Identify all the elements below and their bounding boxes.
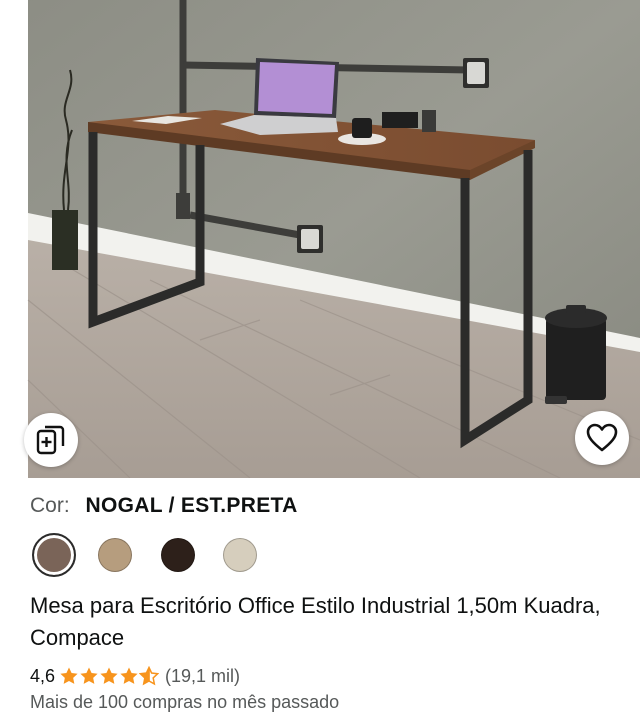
half-star-icon	[139, 666, 160, 686]
color-value: NOGAL / EST.PRETA	[85, 494, 298, 517]
swatch-preto[interactable]	[161, 538, 195, 572]
color-selector-header: Cor: NOGAL / EST.PRETA	[30, 494, 298, 518]
heart-icon	[586, 423, 618, 452]
product-image[interactable]	[0, 0, 640, 478]
wishlist-button[interactable]	[575, 411, 629, 465]
product-photo	[0, 0, 640, 478]
star-icon	[100, 667, 118, 684]
swatch-bege[interactable]	[223, 538, 257, 572]
star-rating	[59, 666, 160, 686]
star-icon	[80, 667, 98, 684]
purchase-count: Mais de 100 compras no mês passado	[30, 692, 340, 712]
compare-button[interactable]	[24, 413, 78, 467]
star-icon	[60, 667, 78, 684]
rating-count: (19,1 mil)	[165, 665, 241, 686]
swatch-castanho-claro[interactable]	[98, 538, 132, 572]
compare-icon	[36, 425, 65, 455]
rating-value: 4,6	[30, 665, 56, 686]
star-icon	[120, 667, 138, 684]
color-label: Cor:	[30, 494, 70, 517]
swatch-nogal[interactable]	[32, 533, 76, 577]
product-title[interactable]: Mesa para Escritório Office Estilo Indus…	[30, 590, 620, 654]
rating-row[interactable]: 4,6 (19,1 mil)	[30, 664, 240, 688]
